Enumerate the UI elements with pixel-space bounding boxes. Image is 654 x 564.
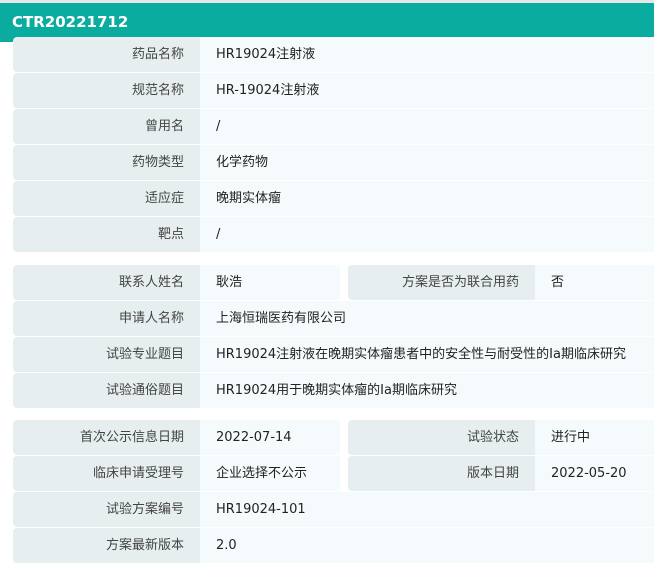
field-value: 2022-07-14 <box>200 420 340 455</box>
field-label: 适应症 <box>13 181 200 216</box>
field-label: 曾用名 <box>13 109 200 144</box>
applicant-section: 联系人姓名 耿浩 方案是否为联合用药 否 申请人名称 上海恒瑞医药有限公司 试验专… <box>13 265 654 409</box>
field-value: / <box>200 109 654 144</box>
info-row-publish-date: 首次公示信息日期 2022-07-14 试验状态 进行中 <box>13 420 654 455</box>
field-value: HR19024用于晚期实体瘤的Ia期临床研究 <box>200 373 654 408</box>
field-label: 版本日期 <box>348 456 535 491</box>
info-row-applicant: 申请人名称 上海恒瑞医药有限公司 <box>13 301 654 336</box>
field-label: 联系人姓名 <box>13 265 200 300</box>
info-row-drug-type: 药物类型 化学药物 <box>13 145 654 180</box>
field-value: 进行中 <box>535 420 654 455</box>
info-row-standard-name: 规范名称 HR-19024注射液 <box>13 73 654 108</box>
field-value: 否 <box>535 265 654 300</box>
field-value: 2022-05-20 <box>535 456 654 491</box>
field-value: HR19024注射液 <box>200 37 654 72</box>
field-label: 试验通俗题目 <box>13 373 200 408</box>
info-row-protocol-no: 试验方案编号 HR19024-101 <box>13 492 654 527</box>
field-label: 靶点 <box>13 217 200 252</box>
field-value: 上海恒瑞医药有限公司 <box>200 301 654 336</box>
info-row-drug-name: 药品名称 HR19024注射液 <box>13 37 654 72</box>
field-label: 方案最新版本 <box>13 528 200 563</box>
field-label: 药品名称 <box>13 37 200 72</box>
info-row-acceptance-no: 临床申请受理号 企业选择不公示 版本日期 2022-05-20 <box>13 456 654 491</box>
info-row-indication: 适应症 晚期实体瘤 <box>13 181 654 216</box>
field-value: 化学药物 <box>200 145 654 180</box>
info-row-contact: 联系人姓名 耿浩 方案是否为联合用药 否 <box>13 265 654 300</box>
field-value: HR-19024注射液 <box>200 73 654 108</box>
info-row-protocol-version: 方案最新版本 2.0 <box>13 528 654 563</box>
field-label: 申请人名称 <box>13 301 200 336</box>
info-row-former-name: 曾用名 / <box>13 109 654 144</box>
drug-info-section: 药品名称 HR19024注射液 规范名称 HR-19024注射液 曾用名 / 药物类型… <box>13 37 654 253</box>
field-label: 药物类型 <box>13 145 200 180</box>
field-label: 试验方案编号 <box>13 492 200 527</box>
field-value: 2.0 <box>200 528 654 563</box>
field-label: 试验状态 <box>348 420 535 455</box>
field-value: 耿浩 <box>200 265 340 300</box>
field-label: 规范名称 <box>13 73 200 108</box>
field-value: 企业选择不公示 <box>200 456 340 491</box>
info-row-public-title: 试验通俗题目 HR19024用于晚期实体瘤的Ia期临床研究 <box>13 373 654 408</box>
info-row-scientific-title: 试验专业题目 HR19024注射液在晚期实体瘤患者中的安全性与耐受性的Ia期临床研… <box>13 337 654 372</box>
field-value: / <box>200 217 654 252</box>
field-label: 首次公示信息日期 <box>13 420 200 455</box>
info-row-target: 靶点 / <box>13 217 654 252</box>
field-value: HR19024注射液在晚期实体瘤患者中的安全性与耐受性的Ia期临床研究 <box>200 337 654 372</box>
field-value: HR19024-101 <box>200 492 654 527</box>
field-label: 临床申请受理号 <box>13 456 200 491</box>
field-value: 晚期实体瘤 <box>200 181 654 216</box>
trial-status-section: 首次公示信息日期 2022-07-14 试验状态 进行中 临床申请受理号 企业选… <box>13 420 654 564</box>
field-label: 方案是否为联合用药 <box>348 265 535 300</box>
field-label: 试验专业题目 <box>13 337 200 372</box>
